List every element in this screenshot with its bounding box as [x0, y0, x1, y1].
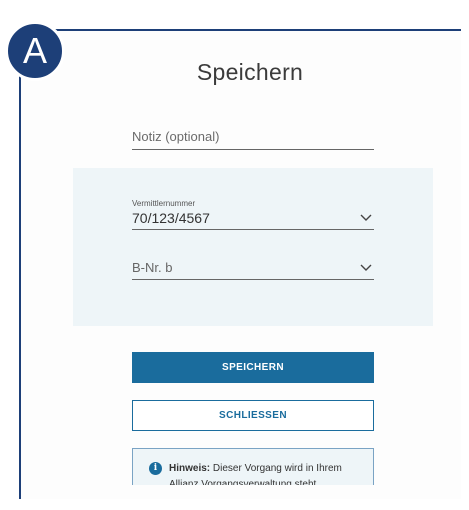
- bnr-select[interactable]: B-Nr. b: [132, 257, 374, 280]
- note-field-placeholder: Notiz (optional): [132, 129, 220, 144]
- chevron-down-icon: [360, 264, 372, 271]
- note-field[interactable]: Notiz (optional): [132, 127, 374, 150]
- save-dialog: Speichern Notiz (optional) Vermittlernum…: [60, 29, 440, 499]
- bnr-select-value: B-Nr. b: [132, 260, 173, 275]
- broker-number-value: 70/123/4567: [132, 210, 210, 226]
- hint-box: i Hinweis: Dieser Vorgang wird in Ihrem …: [132, 448, 374, 485]
- broker-number-label: Vermittlernummer: [132, 199, 196, 208]
- info-icon: i: [149, 462, 162, 475]
- dialog-title: Speichern: [196, 59, 304, 85]
- hint-prefix: Hinweis:: [169, 463, 211, 474]
- hint-text: Hinweis: Dieser Vorgang wird in Ihrem Al…: [169, 461, 369, 485]
- save-button[interactable]: SPEICHERN: [132, 352, 374, 383]
- annotation-badge: A: [5, 21, 65, 81]
- close-button[interactable]: SCHLIESSEN: [132, 400, 374, 431]
- selection-panel: [73, 168, 433, 326]
- chevron-down-icon: [360, 214, 372, 221]
- broker-number-select[interactable]: Vermittlernummer 70/123/4567: [132, 197, 374, 230]
